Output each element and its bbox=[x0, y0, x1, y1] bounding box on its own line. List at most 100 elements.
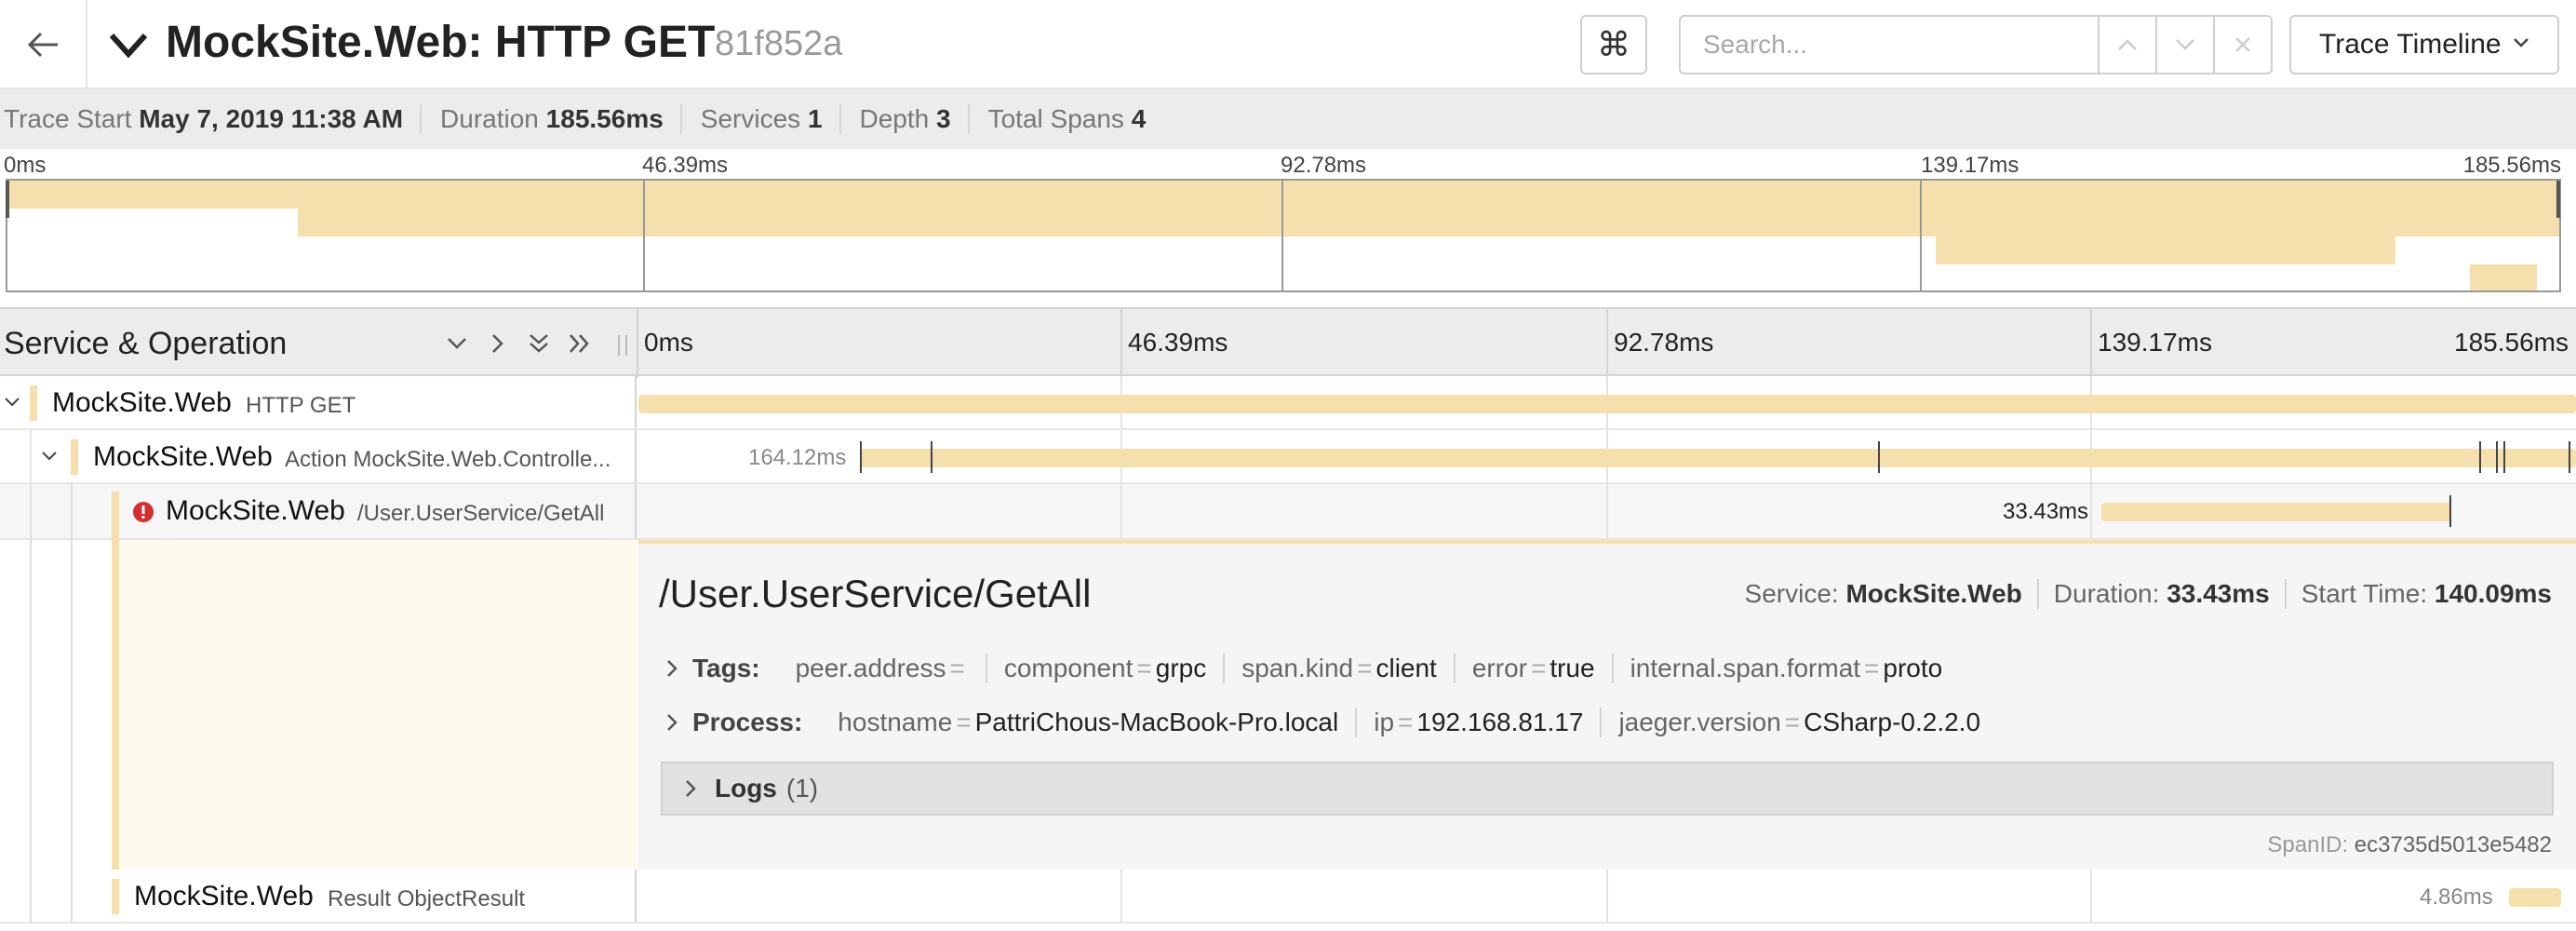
process-section[interactable]: Process: hostname = PattriChous-MacBook-Pr… bbox=[666, 708, 1997, 737]
span-bar[interactable] bbox=[638, 395, 2576, 413]
span-operation: Action MockSite.Web.Controlle... bbox=[285, 447, 611, 472]
expand-one-button[interactable] bbox=[482, 330, 514, 358]
duration-label: Duration bbox=[440, 104, 539, 133]
next-result-button[interactable] bbox=[2157, 15, 2215, 74]
trace-start-value: May 7, 2019 11:38 AM bbox=[139, 104, 404, 133]
back-button[interactable] bbox=[0, 0, 87, 89]
log-marker[interactable] bbox=[931, 441, 932, 473]
detail-start-value: 140.09ms bbox=[2434, 579, 2552, 608]
trace-services: Services 1 bbox=[697, 104, 841, 134]
span-operation: HTTP GET bbox=[246, 393, 356, 418]
clear-search-button[interactable] bbox=[2215, 15, 2273, 74]
tag-item: peer.address = bbox=[779, 654, 987, 683]
detail-start-time: Start Time: 140.09ms bbox=[2287, 579, 2552, 609]
trace-title: MockSite.Web: HTTP GET bbox=[166, 17, 715, 68]
trace-start: Trace Start May 7, 2019 11:38 AM bbox=[0, 104, 423, 134]
log-marker[interactable] bbox=[2503, 441, 2505, 473]
span-bar-cell[interactable] bbox=[638, 376, 2576, 428]
span-service: MockSite.Web bbox=[52, 387, 232, 418]
span-service: MockSite.Web bbox=[93, 441, 273, 472]
depth-value: 3 bbox=[936, 104, 951, 133]
timeline-tick: 92.78ms bbox=[1614, 328, 1714, 357]
logs-label: Logs bbox=[715, 774, 777, 803]
log-marker[interactable] bbox=[2449, 495, 2451, 527]
detail-meta: Service: MockSite.Web Duration: 33.43ms … bbox=[1730, 579, 2552, 609]
span-row[interactable]: MockSite.Web Action MockSite.Web.Control… bbox=[0, 430, 2576, 484]
span-id: SpanID: ec3735d5013e5482 bbox=[2267, 832, 2552, 858]
collapse-one-button[interactable] bbox=[441, 330, 473, 358]
chevron-down-icon[interactable] bbox=[4, 397, 20, 408]
grid-line bbox=[1606, 309, 1608, 378]
chevron-right-icon[interactable] bbox=[666, 713, 678, 732]
span-row[interactable]: MockSite.Web Result ObjectResult 4.86ms bbox=[0, 870, 2576, 924]
tag-item: error = true bbox=[1456, 654, 1614, 683]
grid-line bbox=[2090, 309, 2092, 378]
tags-label: Tags: bbox=[692, 654, 760, 682]
span-bar-cell[interactable]: 164.12ms bbox=[638, 430, 2576, 482]
trace-duration: Duration 185.56ms bbox=[436, 104, 682, 134]
error-icon bbox=[133, 502, 154, 522]
tags-section[interactable]: Tags: peer.address = component = grpc span.… bbox=[666, 654, 1959, 683]
column-divider bbox=[637, 309, 638, 378]
span-name-cell[interactable]: MockSite.Web HTTP GET bbox=[0, 376, 637, 428]
process-item: hostname = PattriChous-MacBook-Pro.local bbox=[821, 708, 1358, 737]
command-icon: ⌘ bbox=[1597, 25, 1630, 63]
prev-result-button[interactable] bbox=[2100, 15, 2157, 74]
log-marker[interactable] bbox=[2496, 441, 2498, 473]
chevron-up-icon bbox=[2118, 39, 2137, 50]
log-marker[interactable] bbox=[1878, 441, 1880, 473]
view-mode-select[interactable]: Trace Timeline bbox=[2289, 15, 2559, 74]
services-value: 1 bbox=[807, 104, 823, 133]
chevron-down-icon[interactable] bbox=[108, 28, 149, 61]
chevron-right-icon[interactable] bbox=[666, 659, 678, 678]
span-name-cell[interactable]: MockSite.Web Action MockSite.Web.Control… bbox=[0, 430, 637, 484]
log-marker[interactable] bbox=[860, 441, 862, 473]
minimap-span-bar bbox=[298, 209, 2559, 236]
timeline-tick: 0ms bbox=[644, 328, 693, 357]
column-resize-handle[interactable] bbox=[618, 335, 627, 356]
detail-title: /User.UserService/GetAll bbox=[659, 572, 1092, 615]
trace-title-text: MockSite.Web: HTTP GET bbox=[166, 18, 716, 67]
expand-all-button[interactable] bbox=[564, 330, 596, 358]
tag-item: span.kind = client bbox=[1225, 654, 1456, 683]
collapse-all-button[interactable] bbox=[523, 330, 555, 358]
span-name-cell[interactable]: MockSite.Web Result ObjectResult bbox=[0, 870, 637, 924]
close-icon bbox=[2235, 37, 2250, 52]
log-marker[interactable] bbox=[2479, 441, 2481, 473]
process-item: jaeger.version = CSharp-0.2.2.0 bbox=[1618, 708, 1981, 736]
trace-minimap[interactable]: 0ms 46.39ms 92.78ms 139.17ms 185.56ms bbox=[0, 149, 2576, 307]
span-row-selected[interactable]: MockSite.Web /User.UserService/GetAll 33… bbox=[0, 484, 2576, 540]
trace-id: 81f852a bbox=[715, 24, 843, 63]
span-id-label: SpanID: bbox=[2267, 832, 2349, 857]
chevron-down-icon bbox=[448, 338, 466, 349]
span-bar-cell[interactable]: 4.86ms bbox=[638, 870, 2576, 922]
tag-item: component = grpc bbox=[987, 654, 1226, 683]
minimap-tick: 92.78ms bbox=[1281, 153, 1367, 178]
detail-service-value: MockSite.Web bbox=[1845, 579, 2022, 608]
search-input[interactable] bbox=[1679, 15, 2100, 74]
minimap-tick: 185.56ms bbox=[2462, 153, 2561, 178]
span-row[interactable]: MockSite.Web HTTP GET bbox=[0, 376, 2576, 430]
service-operation-title: Service & Operation bbox=[4, 326, 288, 361]
minimap-canvas[interactable] bbox=[6, 179, 2561, 292]
span-duration-label: 164.12ms bbox=[748, 445, 847, 470]
timeline-tick: 46.39ms bbox=[1128, 328, 1228, 357]
keyboard-shortcuts-button[interactable]: ⌘ bbox=[1580, 15, 1647, 74]
span-bar[interactable] bbox=[860, 449, 2576, 467]
span-id-value: ec3735d5013e5482 bbox=[2354, 832, 2552, 857]
chevron-right-icon[interactable] bbox=[685, 779, 696, 798]
logs-section[interactable]: Logs (1) bbox=[661, 762, 2554, 816]
log-marker[interactable] bbox=[2569, 441, 2570, 473]
chevron-down-icon bbox=[2176, 39, 2194, 50]
span-bar-cell[interactable]: 33.43ms bbox=[638, 484, 2576, 538]
span-name-cell[interactable]: MockSite.Web /User.UserService/GetAll bbox=[0, 484, 637, 540]
logs-count: (1) bbox=[785, 774, 819, 803]
services-label: Services bbox=[700, 104, 801, 133]
total-spans-label: Total Spans bbox=[987, 104, 1124, 133]
chevron-down-icon[interactable] bbox=[41, 451, 58, 462]
total-spans-value: 4 bbox=[1131, 104, 1147, 133]
span-bar[interactable] bbox=[2101, 503, 2451, 521]
timeline-tick: 185.56ms bbox=[2454, 328, 2569, 357]
trace-depth: Depth 3 bbox=[856, 104, 970, 134]
span-bar[interactable] bbox=[2509, 888, 2561, 907]
